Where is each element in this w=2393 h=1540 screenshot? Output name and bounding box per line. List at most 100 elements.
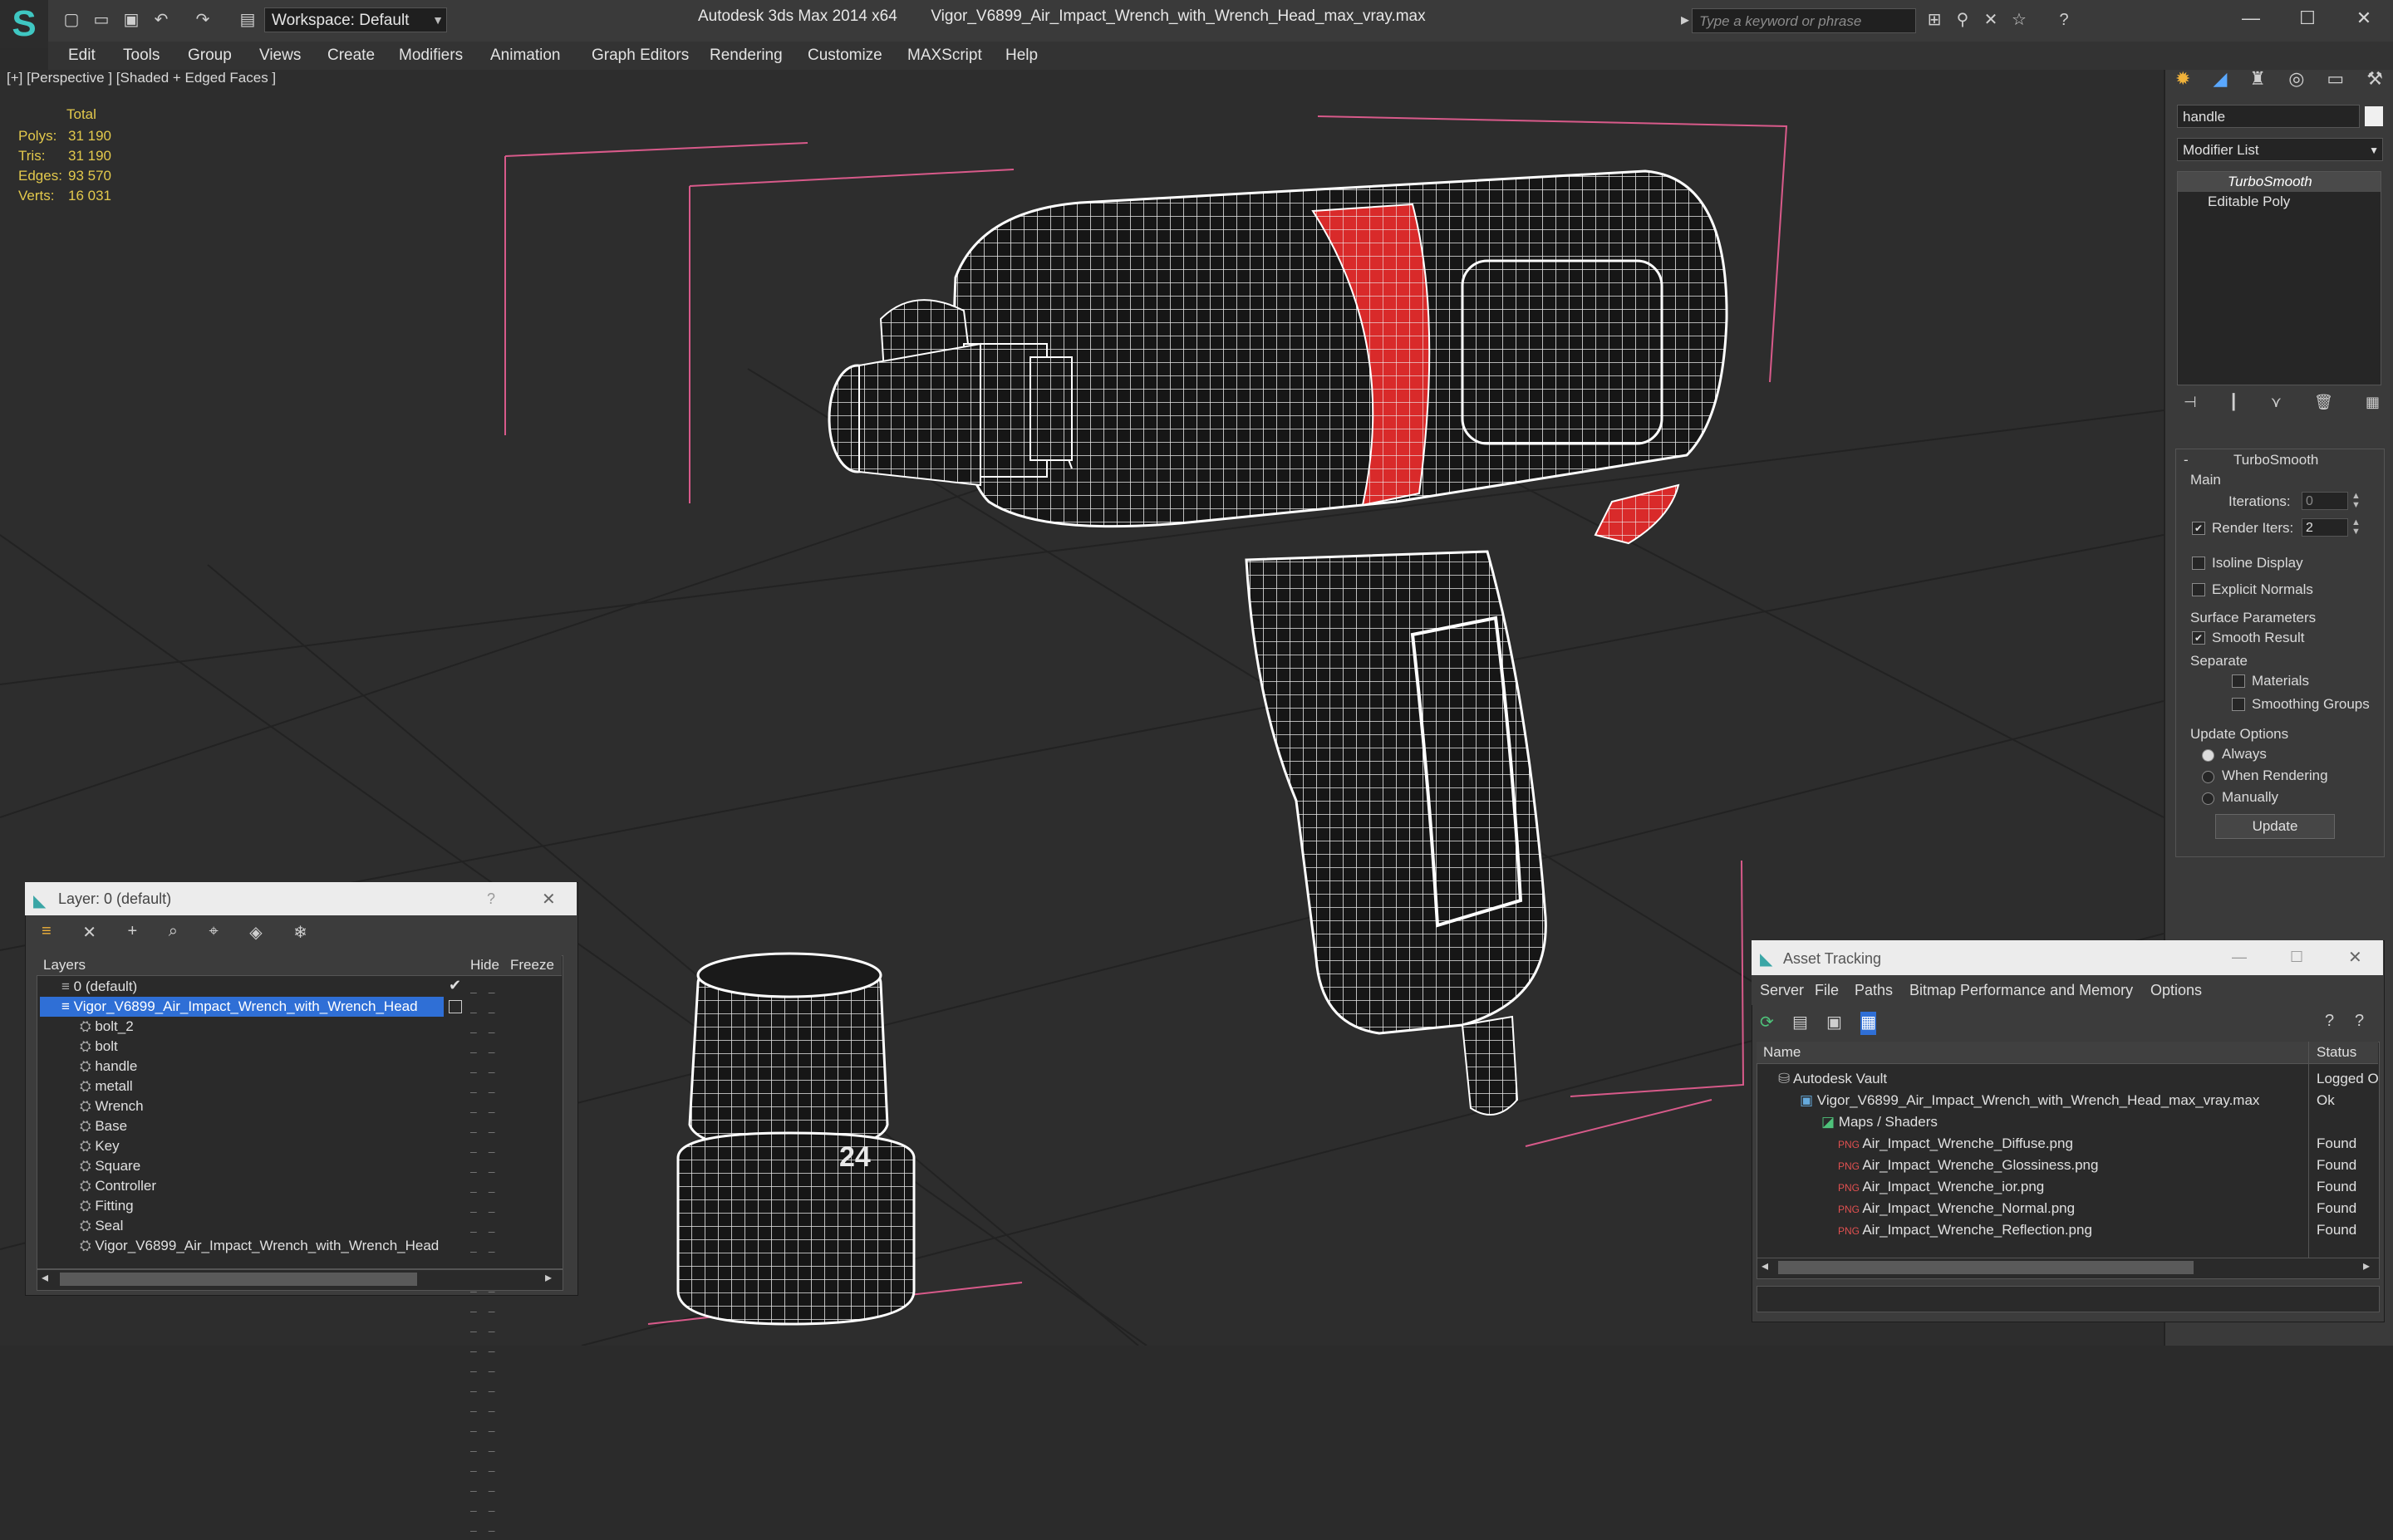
smooth-result-checkbox[interactable]: ✔ — [2192, 631, 2205, 645]
layer-item[interactable]: ≡ 0 (default) — [61, 977, 137, 997]
update-manually-radio[interactable] — [2202, 792, 2214, 805]
freeze-all-layers-icon[interactable]: ❄ — [293, 922, 307, 949]
maximize-icon[interactable]: ☐ — [2290, 949, 2303, 966]
asset-menu-bitmap-performance[interactable]: Bitmap Performance and Memory — [1909, 982, 2133, 999]
create-tab-icon[interactable]: ✹ — [2175, 68, 2190, 98]
layer-object-item[interactable]: ⛭ bolt_2 — [80, 1017, 134, 1037]
asset-menu-options[interactable]: Options — [2150, 982, 2202, 999]
remove-modifier-icon[interactable]: 🗑 — [2314, 394, 2333, 415]
rollout-collapse-icon[interactable]: - — [2184, 452, 2189, 468]
stack-item-turbosmooth[interactable]: TurboSmooth — [2178, 172, 2381, 192]
close-icon[interactable]: ✕ — [542, 889, 556, 910]
column-name[interactable]: Name — [1763, 1042, 1801, 1063]
asset-menu-paths[interactable]: Paths — [1855, 982, 1893, 999]
scrollbar-thumb[interactable] — [60, 1273, 417, 1286]
object-name-field[interactable]: handle — [2177, 105, 2360, 128]
wrench-socket-model[interactable]: 24 — [676, 952, 916, 1326]
search-input[interactable]: Type a keyword or phrase — [1692, 8, 1916, 33]
render-iters-spinner[interactable]: 2 — [2302, 518, 2348, 537]
app-logo-icon[interactable]: S — [0, 0, 48, 48]
menu-tools[interactable]: Tools — [123, 42, 160, 70]
show-end-result-icon[interactable]: ┃ — [2229, 394, 2238, 415]
menu-views[interactable]: Views — [259, 42, 301, 70]
layer-object-item[interactable]: ⛭ Base — [80, 1116, 127, 1136]
add-to-layer-icon[interactable]: + — [128, 922, 138, 949]
modify-tab-icon[interactable]: ◢ — [2213, 68, 2227, 98]
refresh-icon[interactable]: ⟳ — [1760, 1012, 1774, 1035]
binoculars-icon[interactable]: ⊞ — [1924, 10, 1944, 30]
redo-icon[interactable]: ↷ — [193, 10, 213, 30]
undo-icon[interactable]: ↶ — [151, 10, 171, 30]
render-iters-checkbox[interactable]: ✔ — [2192, 522, 2205, 535]
menu-animation[interactable]: Animation — [490, 42, 561, 70]
column-status[interactable]: Status — [2317, 1042, 2356, 1063]
hide-all-layers-icon[interactable]: ◈ — [249, 922, 262, 949]
stack-item-editable-poly[interactable]: Editable Poly — [2178, 192, 2381, 212]
column-freeze[interactable]: Freeze — [510, 955, 554, 975]
minimize-icon[interactable]: — — [2232, 949, 2247, 966]
search-icon[interactable]: ⚲ — [1953, 10, 1973, 30]
current-layer-check-icon[interactable]: ✔ — [449, 977, 461, 994]
close-icon[interactable]: ✕ — [2348, 947, 2362, 968]
new-file-icon[interactable]: ▢ — [61, 10, 81, 30]
menu-create[interactable]: Create — [327, 42, 375, 70]
table-view-icon[interactable]: ▦ — [1860, 1012, 1876, 1035]
menu-help[interactable]: Help — [1005, 42, 1038, 70]
menu-graph-editors[interactable]: Graph Editors — [592, 42, 689, 70]
menu-edit[interactable]: Edit — [68, 42, 96, 70]
asset-row-png[interactable]: PNG Air_Impact_Wrenche_Glossiness.png — [1838, 1155, 2098, 1176]
explicit-normals-checkbox[interactable] — [2192, 583, 2205, 596]
viewport-label[interactable]: [+] [Perspective ] [Shaded + Edged Faces… — [7, 70, 276, 86]
layer-object-item[interactable]: ⛭ handle — [80, 1057, 137, 1077]
menu-rendering[interactable]: Rendering — [710, 42, 783, 70]
layer-item-selected[interactable]: ≡ Vigor_V6899_Air_Impact_Wrench_with_Wre… — [40, 997, 444, 1017]
display-tab-icon[interactable]: ▭ — [2327, 68, 2344, 98]
make-unique-icon[interactable]: ⋎ — [2271, 394, 2282, 415]
asset-path-field[interactable] — [1757, 1286, 2380, 1312]
asset-row-maps[interactable]: ◪ Maps / Shaders — [1821, 1111, 1938, 1133]
select-in-layer-icon[interactable]: ⌕ — [169, 922, 178, 949]
thumbnail-view-icon[interactable]: ▣ — [1826, 1012, 1842, 1035]
workspace-dropdown[interactable]: Workspace: Default — [264, 7, 447, 32]
favorites-star-icon[interactable]: ☆ — [2009, 10, 2029, 30]
minimize-icon[interactable]: — — [2230, 3, 2272, 33]
hierarchy-tab-icon[interactable]: ♜ — [2249, 68, 2266, 98]
communication-center-icon[interactable]: ✕ — [1981, 10, 2001, 30]
modifier-list-dropdown[interactable]: Modifier List ▼ — [2177, 138, 2383, 161]
menu-maxscript[interactable]: MAXScript — [907, 42, 982, 70]
hide-freeze-toggles[interactable]: –– –– –– –– –– –– –– –– –– –– –– –– –– –– –– ––… — [470, 982, 545, 1537]
update-when-rendering-radio[interactable] — [2202, 771, 2214, 783]
separate-materials-checkbox[interactable] — [2232, 674, 2245, 688]
save-file-icon[interactable]: ▣ — [121, 10, 141, 30]
separate-smoothing-groups-checkbox[interactable] — [2232, 698, 2245, 711]
spinner-arrows-icon[interactable]: ▲ ▼ — [2351, 518, 2361, 537]
column-layers[interactable]: Layers — [43, 955, 86, 975]
asset-row-png[interactable]: PNG Air_Impact_Wrenche_Normal.png — [1838, 1198, 2075, 1219]
scroll-right-icon[interactable]: ▸ — [2363, 1258, 2370, 1274]
layer-object-item[interactable]: ⛭ Fitting — [80, 1196, 134, 1216]
object-color-swatch[interactable] — [2365, 106, 2383, 126]
utilities-tab-icon[interactable]: ⚒ — [2366, 68, 2383, 98]
asset-row-max-file[interactable]: ▣ Vigor_V6899_Air_Impact_Wrench_with_Wre… — [1800, 1090, 2259, 1111]
layer-object-item[interactable]: ⛭ Vigor_V6899_Air_Impact_Wrench_with_Wre… — [80, 1236, 439, 1256]
layer-object-item[interactable]: ⛭ bolt — [80, 1037, 118, 1057]
layer-object-item[interactable]: ⛭ Square — [80, 1156, 140, 1176]
chevron-down-icon[interactable]: ▼ — [429, 7, 447, 32]
list-view-icon[interactable]: ▤ — [1792, 1012, 1808, 1035]
scroll-right-icon[interactable]: ▸ — [545, 1269, 552, 1286]
project-folder-icon[interactable]: ▤ — [238, 10, 258, 30]
asset-row-png[interactable]: PNG Air_Impact_Wrenche_Reflection.png — [1838, 1219, 2092, 1241]
asset-row-png[interactable]: PNG Air_Impact_Wrenche_ior.png — [1838, 1176, 2044, 1198]
asset-row-vault[interactable]: ⛁ Autodesk Vault — [1778, 1068, 1887, 1090]
close-icon[interactable]: ✕ — [2343, 3, 2385, 33]
help-icon[interactable]: ? — [487, 890, 495, 908]
motion-tab-icon[interactable]: ◎ — [2288, 68, 2304, 98]
layer-object-item[interactable]: ⛭ Key — [80, 1136, 120, 1156]
update-button[interactable]: Update — [2215, 814, 2335, 839]
scrollbar-thumb[interactable] — [1778, 1261, 2194, 1274]
layer-object-item[interactable]: ⛭ Wrench — [80, 1096, 144, 1116]
iterations-spinner[interactable]: 0 — [2302, 492, 2348, 510]
delete-layer-icon[interactable]: ✕ — [82, 922, 96, 949]
scroll-left-icon[interactable]: ◂ — [42, 1269, 48, 1286]
menu-customize[interactable]: Customize — [808, 42, 882, 70]
